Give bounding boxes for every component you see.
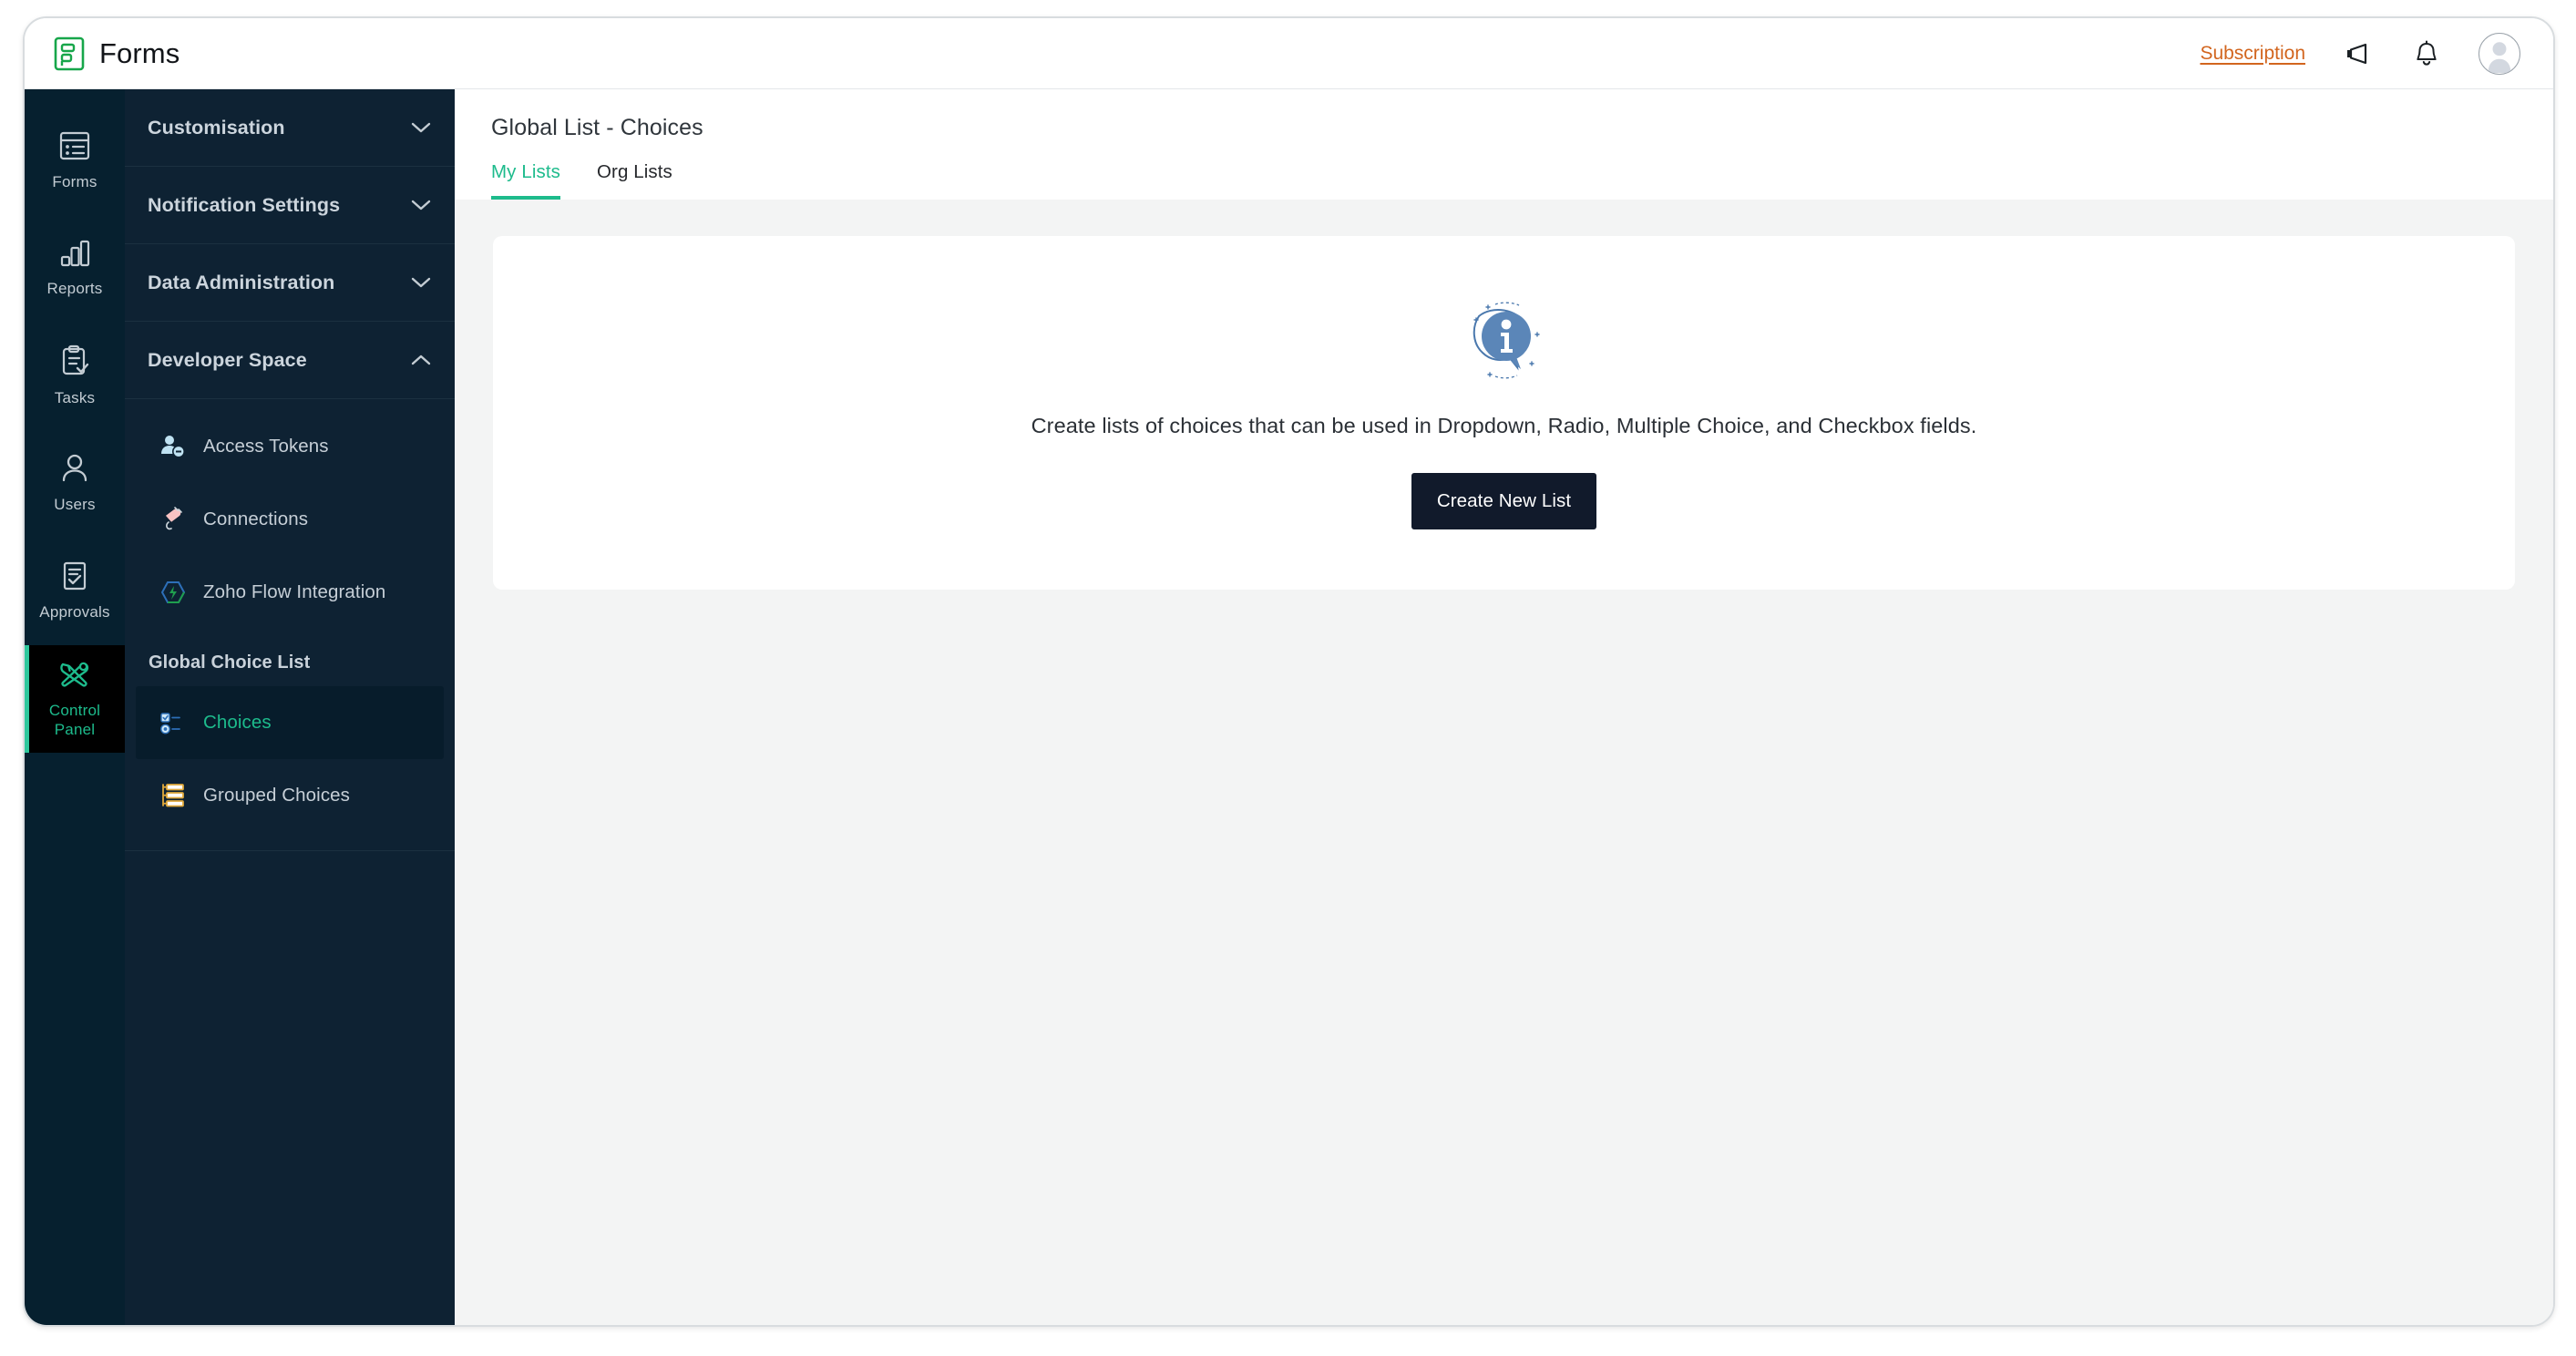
approval-doc-icon <box>60 560 89 596</box>
rail-label-users: Users <box>54 496 96 514</box>
plug-icon <box>159 506 187 533</box>
app-title: Forms <box>99 36 180 69</box>
sidebar-label-access-tokens: Access Tokens <box>203 436 329 457</box>
rail-item-tasks[interactable]: Tasks <box>25 323 125 430</box>
rail-label-tasks: Tasks <box>54 389 96 407</box>
main-body: Create lists of choices that can be used… <box>455 200 2553 1325</box>
sidebar-item-access-tokens[interactable]: Access Tokens <box>136 410 444 483</box>
accordion-label-data-administration: Data Administration <box>148 271 335 293</box>
rail-item-reports[interactable]: Reports <box>25 215 125 323</box>
sidebar-label-choices: Choices <box>203 712 272 733</box>
tab-my-lists[interactable]: My Lists <box>491 161 560 200</box>
main-content: Global List - Choices My Lists Org Lists <box>455 89 2553 1325</box>
user-token-icon <box>159 433 187 460</box>
sidebar-item-grouped-choices[interactable]: Grouped Choices <box>136 759 444 832</box>
bell-icon[interactable] <box>2409 36 2444 71</box>
rail-label-reports: Reports <box>46 280 103 298</box>
sidebar-label-grouped-choices: Grouped Choices <box>203 785 351 806</box>
accordion-data-administration[interactable]: Data Administration <box>125 244 455 322</box>
brand[interactable]: Forms <box>54 36 180 71</box>
accordion-customisation[interactable]: Customisation <box>125 89 455 167</box>
chevron-down-icon <box>411 121 431 134</box>
page-title: Global List - Choices <box>491 115 703 140</box>
sidebar-group-heading: Global Choice List <box>149 652 311 673</box>
sidebar-label-connections: Connections <box>203 508 309 529</box>
empty-state-card: Create lists of choices that can be used… <box>493 236 2515 590</box>
bar-chart-icon <box>58 239 91 272</box>
chevron-down-icon <box>411 276 431 289</box>
sidebar-label-zoho-flow-integration: Zoho Flow Integration <box>203 581 386 602</box>
rail-label-control-panel: Control Panel <box>48 702 101 738</box>
developer-space-items: Access Tokens Connections Zoho Flow Inte… <box>125 399 455 832</box>
rail-item-approvals[interactable]: Approvals <box>25 538 125 645</box>
rail-item-users[interactable]: Users <box>25 430 125 538</box>
top-bar-actions: Subscription <box>2200 32 2520 75</box>
main-header: Global List - Choices My Lists Org Lists <box>455 89 2553 200</box>
accordion-notification-settings[interactable]: Notification Settings <box>125 167 455 244</box>
empty-state-message: Create lists of choices that can be used… <box>1031 414 1977 437</box>
megaphone-icon[interactable] <box>2340 36 2375 71</box>
forms-logo-icon <box>54 36 85 71</box>
tab-bar: My Lists Org Lists <box>491 161 2553 200</box>
tools-icon <box>57 659 92 694</box>
chevron-up-icon <box>411 354 431 366</box>
rail-item-forms[interactable]: Forms <box>25 108 125 215</box>
rail-label-approvals: Approvals <box>39 603 110 622</box>
sidebar-item-choices[interactable]: Choices <box>136 686 444 759</box>
rail-label-forms: Forms <box>52 173 97 191</box>
accordion-label-customisation: Customisation <box>148 116 285 139</box>
rail-item-control-panel[interactable]: Control Panel <box>25 645 125 753</box>
user-avatar-icon[interactable] <box>2479 32 2520 75</box>
chevron-down-icon <box>411 199 431 211</box>
app-window: Forms Subscription Forms Reports Tasks U… <box>23 16 2555 1327</box>
accordion-label-developer-space: Developer Space <box>148 348 307 371</box>
grouped-list-icon <box>159 782 187 809</box>
tab-org-lists[interactable]: Org Lists <box>597 161 672 200</box>
sidebar-filler <box>125 850 455 1325</box>
accordion-developer-space[interactable]: Developer Space <box>125 322 455 399</box>
zoho-flow-icon <box>159 579 187 606</box>
icon-rail: Forms Reports Tasks Users Approvals Cont… <box>25 89 125 1325</box>
subscription-link[interactable]: Subscription <box>2200 43 2305 65</box>
forms-icon <box>58 130 91 166</box>
accordion-label-notification-settings: Notification Settings <box>148 193 341 216</box>
person-icon <box>59 453 90 488</box>
sidebar-item-zoho-flow-integration[interactable]: Zoho Flow Integration <box>136 556 444 629</box>
body: Forms Reports Tasks Users Approvals Cont… <box>25 89 2553 1325</box>
clipboard-check-icon <box>59 344 90 382</box>
info-bubble-icon <box>1461 296 1548 388</box>
choices-list-icon <box>159 709 187 736</box>
create-new-list-button[interactable]: Create New List <box>1411 473 1597 529</box>
sidebar-item-connections[interactable]: Connections <box>136 483 444 556</box>
top-bar: Forms Subscription <box>25 18 2553 89</box>
secondary-sidebar: Customisation Notification Settings Data… <box>125 89 455 1325</box>
